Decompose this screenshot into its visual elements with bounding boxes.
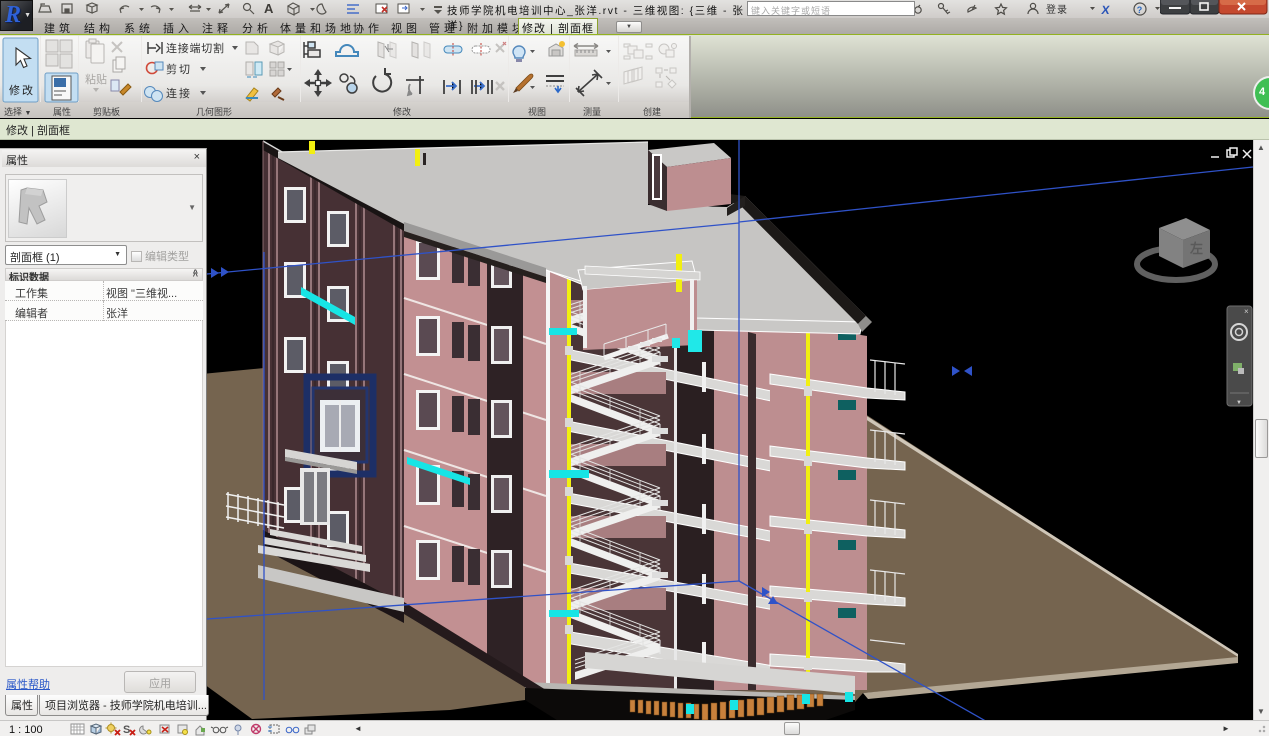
svg-text:▼: ▼: [1236, 400, 1242, 406]
svg-text:连接: 连接: [166, 87, 190, 100]
svg-text:×: ×: [1244, 307, 1249, 316]
svg-text:S: S: [123, 724, 130, 736]
svg-text:左: 左: [1190, 241, 1203, 256]
svg-text:登录: 登录: [1046, 3, 1068, 16]
svg-text:A: A: [264, 1, 274, 16]
svg-text:粘贴: 粘贴: [85, 72, 107, 86]
svg-text:连接端切割: 连接端切割: [166, 41, 224, 55]
svg-text:剪切: 剪切: [166, 62, 190, 76]
svg-text:?: ?: [1137, 5, 1143, 15]
svg-text:X: X: [1101, 3, 1111, 17]
